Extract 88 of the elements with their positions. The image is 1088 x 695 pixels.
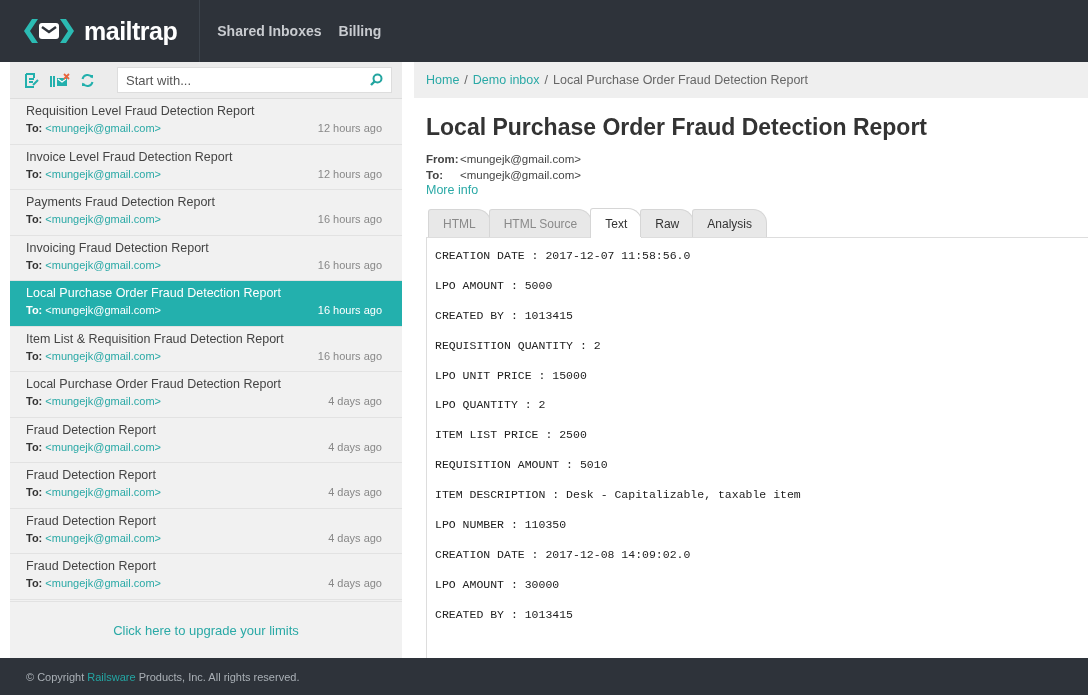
breadcrumb-current: Local Purchase Order Fraud Detection Report xyxy=(553,73,808,87)
search-field[interactable]: Start with... xyxy=(117,67,392,93)
message-time: 4 days ago xyxy=(328,486,382,498)
body-line: CREATED BY : 1013415 xyxy=(435,307,575,324)
to-label: To: xyxy=(26,304,43,316)
copyright-text: © Copyright Railsware Products, Inc. All rights reserved. xyxy=(26,670,300,683)
recipient-address: <mungejk@gmail.com> xyxy=(45,167,161,180)
view-tab[interactable]: Raw xyxy=(640,209,695,237)
message-subject: Invoicing Fraud Detection Report xyxy=(26,240,210,255)
message-title: Local Purchase Order Fraud Detection Report xyxy=(426,114,928,141)
message-time: 16 hours ago xyxy=(317,213,382,225)
message-time: 4 days ago xyxy=(328,440,382,453)
recipient-address: <mungejk@gmail.com> xyxy=(45,531,161,544)
to-label: To: xyxy=(26,486,43,498)
message-subject: Local Purchase Order Fraud Detection Report xyxy=(26,377,282,391)
body-line: LPO UNIT PRICE : 15000 xyxy=(435,367,588,384)
message-time: 16 hours ago xyxy=(317,304,382,316)
recipient-address: <mungejk@gmail.com> xyxy=(45,349,161,362)
message-subject: Fraud Detection Report xyxy=(26,513,157,528)
body-line: CREATED BY : 1013415 xyxy=(435,606,575,623)
body-line: LPO AMOUNT : 5000 xyxy=(435,277,554,294)
header-value: <mungejk@gmail.com> xyxy=(460,168,581,183)
body-line: ITEM LIST PRICE : 2500 xyxy=(435,427,588,444)
message-subject: Fraud Detection Report xyxy=(26,468,157,482)
message-time: 4 days ago xyxy=(328,577,382,589)
logo-text[interactable]: mailtrap xyxy=(84,16,178,46)
recipient-address: <mungejk@gmail.com> xyxy=(45,304,161,316)
to-label: To: xyxy=(26,531,43,544)
body-line: LPO AMOUNT : 30000 xyxy=(435,576,561,593)
to-label: To: xyxy=(26,395,43,407)
message-subject: Invoice Level Fraud Detection Report xyxy=(26,149,234,164)
message-item[interactable]: Fraud Detection Report To: <mungejk@gmail.com> 4 days ago xyxy=(10,508,402,554)
view-tab[interactable]: Text xyxy=(590,208,643,238)
header-label: From: xyxy=(426,152,460,167)
message-time: 16 hours ago xyxy=(317,258,382,271)
message-subject: Payments Fraud Detection Report xyxy=(26,195,216,209)
message-item[interactable]: Invoice Level Fraud Detection Report To: <mungejk@gmail.com> 12 hours ago xyxy=(10,144,402,190)
view-tab[interactable]: Analysis xyxy=(692,209,767,237)
breadcrumb-separator: / xyxy=(464,73,468,87)
recipient-address: <mungejk@gmail.com> xyxy=(45,258,161,271)
search-icon[interactable] xyxy=(370,73,383,86)
message-item[interactable]: Payments Fraud Detection Report To: <mungejk@gmail.com> 16 hours ago xyxy=(10,190,402,236)
recipient-address: <mungejk@gmail.com> xyxy=(45,395,161,407)
recipient-address: <mungejk@gmail.com> xyxy=(45,440,161,453)
message-subject: Item List & Requisition Fraud Detection Report xyxy=(26,331,285,346)
nav-link[interactable]: Billing xyxy=(338,23,382,39)
message-time: 4 days ago xyxy=(328,531,382,544)
message-time: 16 hours ago xyxy=(317,349,382,362)
message-subject: Fraud Detection Report xyxy=(26,559,157,573)
to-label: To: xyxy=(26,258,43,271)
message-item[interactable]: Fraud Detection Report To: <mungejk@gmail.com> 4 days ago xyxy=(10,554,402,600)
message-item[interactable]: Fraud Detection Report To: <mungejk@gmail.com> 4 days ago xyxy=(10,417,402,463)
to-label: To: xyxy=(26,167,43,180)
message-subject: Requisition Level Fraud Detection Report xyxy=(26,104,256,118)
message-time: 12 hours ago xyxy=(317,122,382,134)
to-label: To: xyxy=(26,213,43,225)
message-item[interactable]: Local Purchase Order Fraud Detection Report To: <mungejk@gmail.com> 4 days ago xyxy=(10,372,402,418)
breadcrumb-separator: / xyxy=(544,73,548,87)
recipient-address: <mungejk@gmail.com> xyxy=(45,486,161,498)
recipient-address: <mungejk@gmail.com> xyxy=(45,213,161,225)
body-line: CREATION DATE : 2017-12-08 14:09:02.0 xyxy=(435,546,692,563)
message-time: 12 hours ago xyxy=(317,167,382,180)
refresh-icon[interactable] xyxy=(80,72,95,88)
to-label: To: xyxy=(26,122,43,134)
body-line: LPO NUMBER : 110350 xyxy=(435,517,568,533)
body-line: REQUISITION QUANTITY : 2 xyxy=(435,337,602,354)
to-label: To: xyxy=(26,440,43,453)
company-link[interactable]: Railsware xyxy=(87,670,136,683)
recipient-address: <mungejk@gmail.com> xyxy=(45,122,161,134)
clear-inbox-icon[interactable] xyxy=(50,72,70,88)
message-subject: Local Purchase Order Fraud Detection Report xyxy=(26,286,282,300)
message-item[interactable]: Fraud Detection Report To: <mungejk@gmail.com> 4 days ago xyxy=(10,463,402,509)
body-line: LPO QUANTITY : 2 xyxy=(435,397,547,414)
message-item[interactable]: Requisition Level Fraud Detection Report To: <mungejk@gmail.com> 12 hours ago xyxy=(10,99,402,145)
body-line: ITEM DESCRIPTION : Desk - Capitalizable, taxable item xyxy=(435,487,802,504)
compose-icon[interactable] xyxy=(24,72,40,88)
message-subject: Fraud Detection Report xyxy=(26,422,157,437)
to-label: To: xyxy=(26,577,43,589)
message-time: 4 days ago xyxy=(328,395,382,407)
logo-icon xyxy=(22,16,76,46)
message-item[interactable]: Item List & Requisition Fraud Detection Report To: <mungejk@gmail.com> 16 hours ago xyxy=(10,326,402,372)
body-line: CREATION DATE : 2017-12-07 11:58:56.0 xyxy=(435,248,692,264)
body-line: REQUISITION AMOUNT : 5010 xyxy=(435,457,609,474)
to-label: To: xyxy=(26,349,43,362)
nav-link[interactable]: Shared Inboxes xyxy=(217,23,322,39)
recipient-address: <mungejk@gmail.com> xyxy=(45,577,161,589)
header-label: To: xyxy=(426,168,445,183)
header-value: <mungejk@gmail.com> xyxy=(460,152,581,167)
